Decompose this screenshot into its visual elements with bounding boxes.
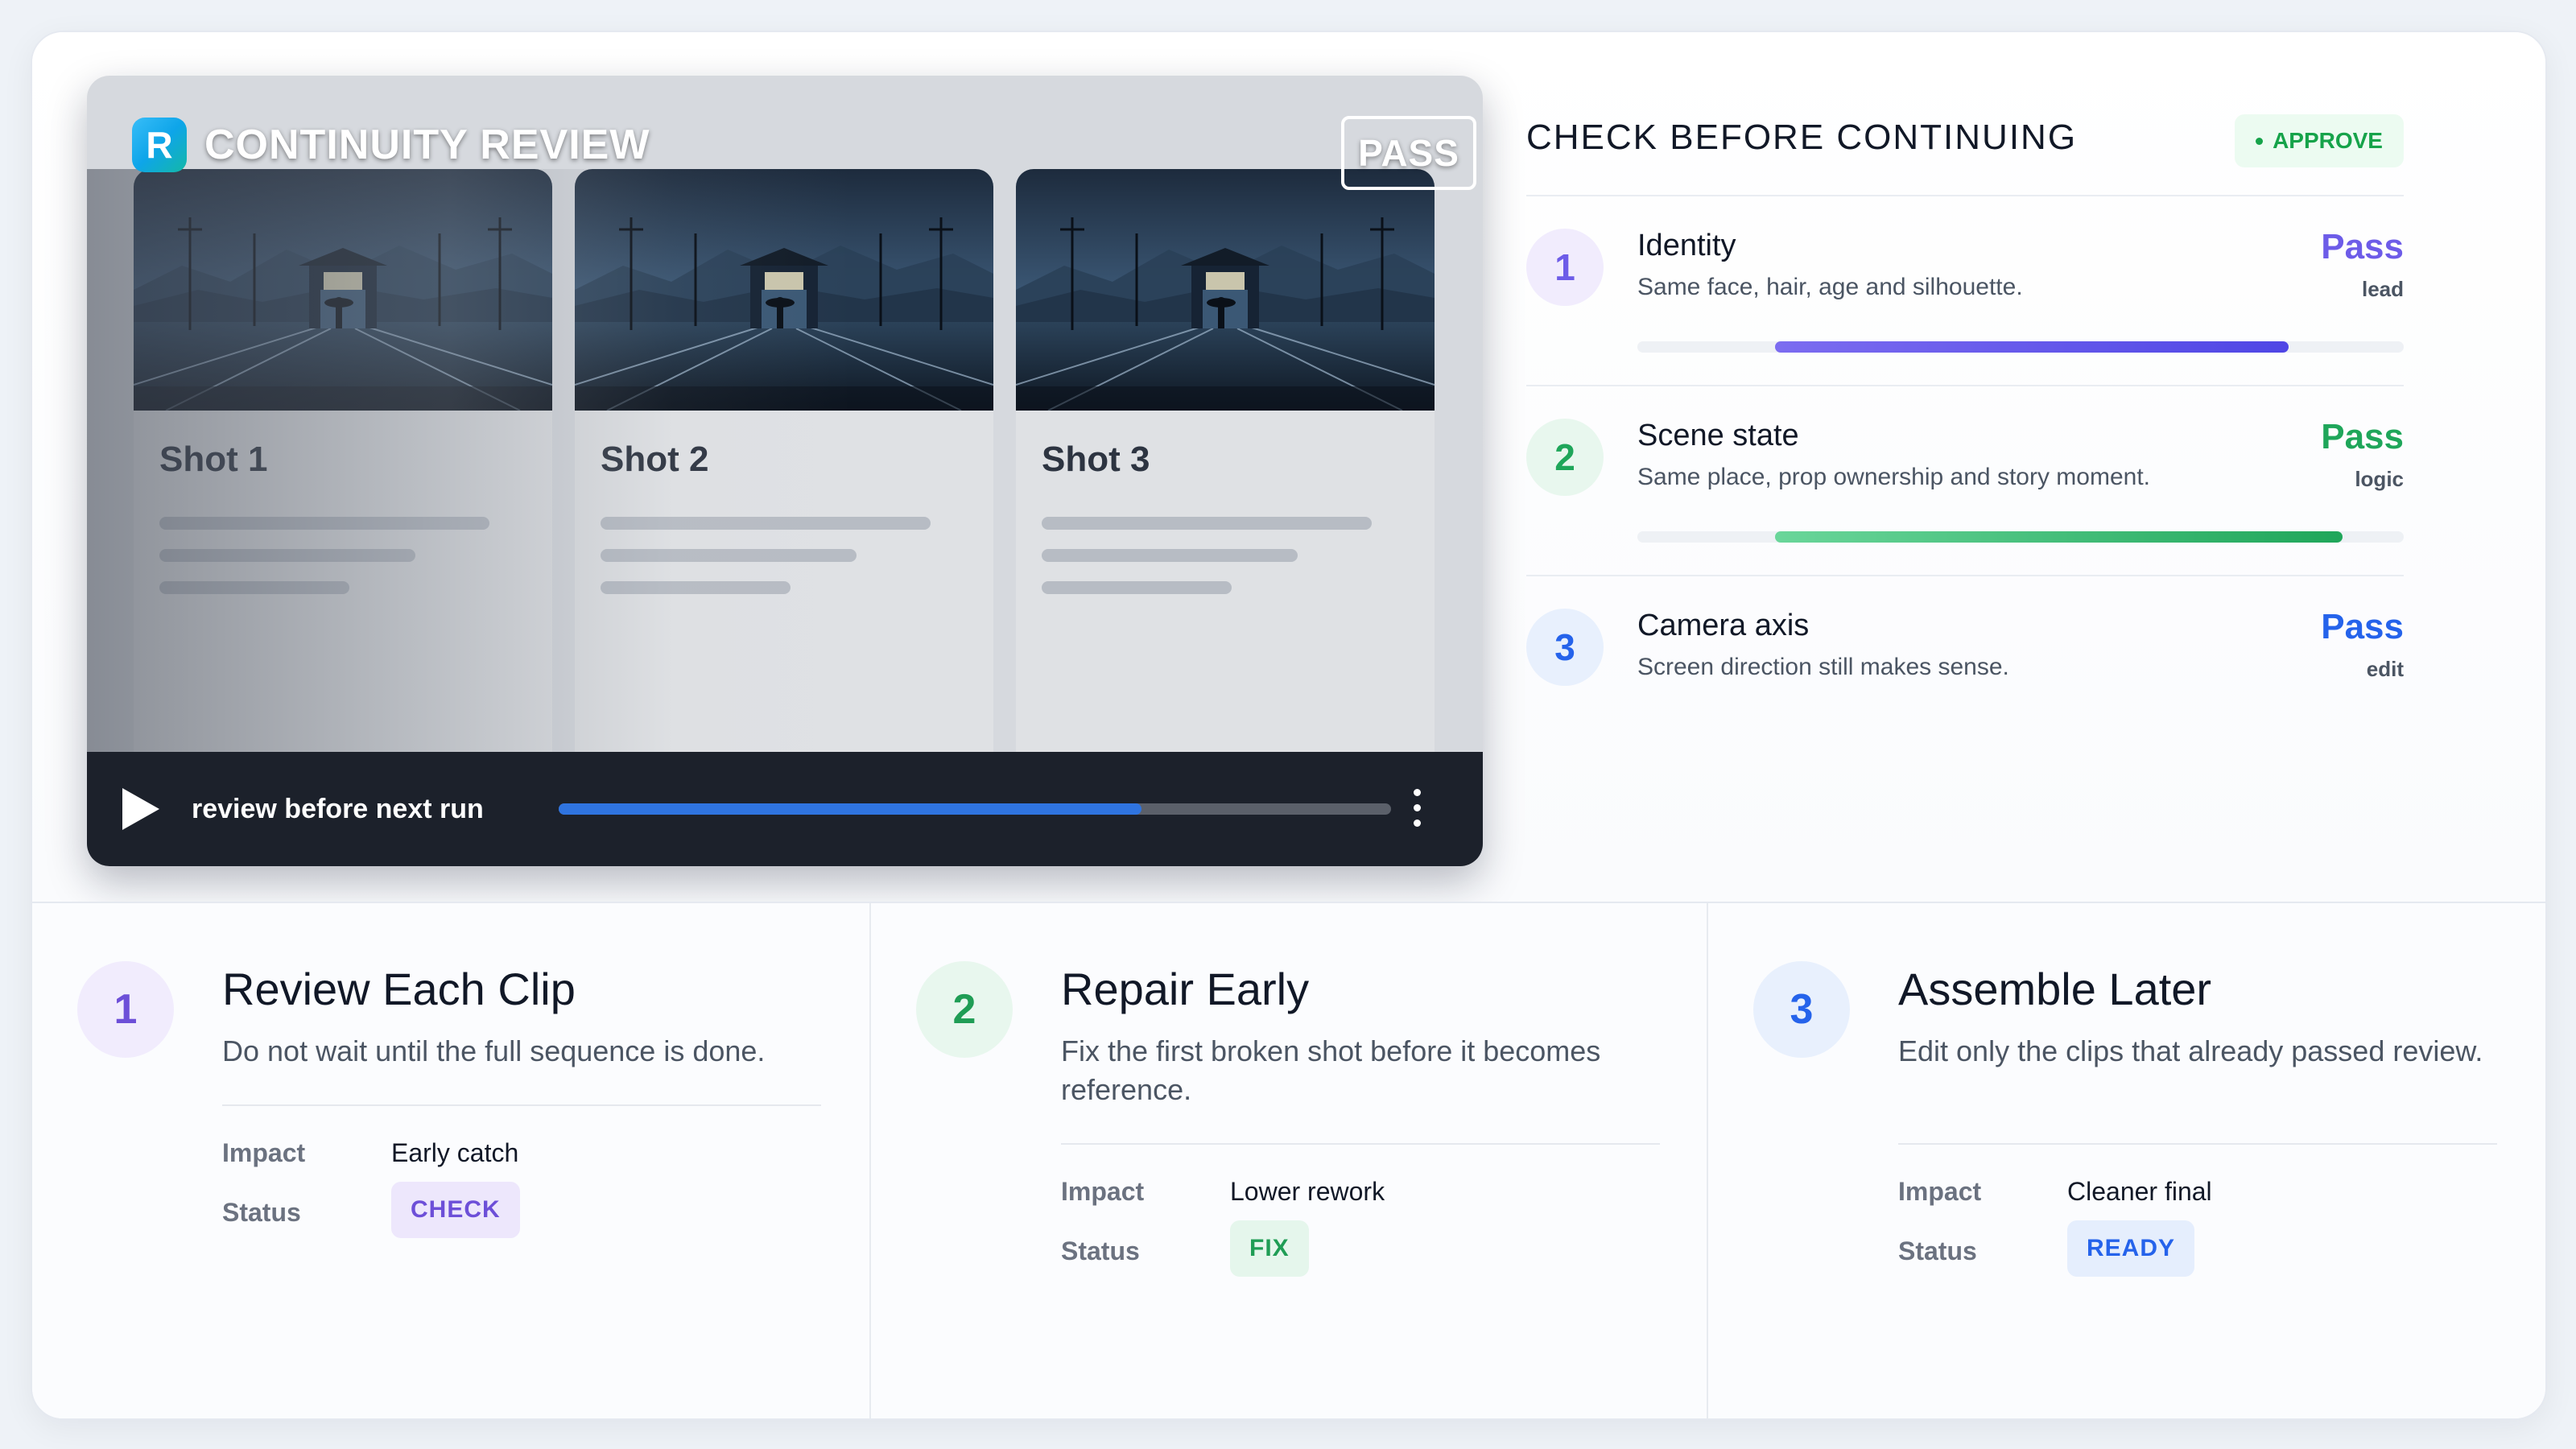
shot-label: Shot 2 — [601, 440, 709, 479]
check-item-meter-fill — [1775, 531, 2343, 543]
divider — [1898, 1143, 2497, 1145]
check-item-role: lead — [2361, 277, 2404, 301]
impact-key: Impact — [1061, 1177, 1145, 1206]
progress-fill — [559, 803, 1141, 815]
check-item-scene-state: 2 Scene state Same place, prop ownership… — [1526, 386, 2404, 576]
step-review-each-clip: 1 Review Each Clip Do not wait until the… — [32, 903, 869, 1418]
steps-section: 1 Review Each Clip Do not wait until the… — [32, 902, 2545, 1418]
impact-key: Impact — [1898, 1177, 1982, 1206]
status-key: Status — [1061, 1236, 1140, 1265]
check-item-title: Camera axis — [1637, 609, 1810, 642]
step-title: Assemble Later — [1898, 964, 2212, 1014]
step-number: 2 — [1526, 419, 1604, 496]
shot-card-2[interactable]: Shot 2 — [575, 169, 993, 765]
approve-label: APPROVE — [2273, 128, 2383, 153]
step-repair-early: 2 Repair Early Fix the first broken shot… — [869, 903, 1708, 1418]
player-brand: R CONTINUITY REVIEW — [132, 118, 650, 172]
step-number: 2 — [916, 961, 1013, 1058]
check-item-camera-axis: 3 Camera axis Screen direction still mak… — [1526, 576, 2404, 766]
check-item-meter — [1637, 531, 2404, 543]
impact-key: Impact — [222, 1138, 306, 1167]
status-badge: READY — [2067, 1220, 2195, 1277]
check-item-meter — [1637, 341, 2404, 353]
divider — [222, 1104, 821, 1106]
shot-thumbnail — [1016, 169, 1435, 411]
step-number: 1 — [1526, 229, 1604, 306]
check-item-result: Pass — [2321, 227, 2404, 266]
shot-label: Shot 1 — [159, 440, 268, 479]
checklist-title: CHECK BEFORE CONTINUING — [1526, 118, 2078, 157]
pass-stamp: PASS — [1341, 116, 1476, 190]
approve-button[interactable]: APPROVE — [2235, 114, 2404, 167]
placeholder-line — [159, 517, 489, 530]
check-item-title: Identity — [1637, 229, 1736, 262]
placeholder-line — [1042, 581, 1232, 594]
step-description: Do not wait until the full sequence is d… — [222, 1034, 766, 1067]
check-item-role: edit — [2366, 657, 2404, 681]
shot-card-3[interactable]: Shot 3 — [1016, 169, 1435, 765]
status-badge: CHECK — [391, 1182, 520, 1238]
placeholder-line — [601, 517, 931, 530]
check-item-description: Same face, hair, age and silhouette. — [1637, 274, 2023, 300]
step-number: 3 — [1526, 609, 1604, 686]
check-item-role: logic — [2355, 467, 2404, 491]
divider — [1061, 1143, 1660, 1145]
status-dot-icon — [2256, 137, 2264, 145]
player-controls: review before next run — [87, 752, 1483, 866]
status-badge: FIX — [1230, 1220, 1309, 1277]
placeholder-line — [601, 581, 791, 594]
placeholder-line — [1042, 517, 1372, 530]
check-item-meter-fill — [1775, 341, 2289, 353]
placeholder-line — [159, 549, 415, 562]
video-player[interactable]: Shot 1 Shot 2 Shot 3 R CONTINUITY REVIEW… — [87, 76, 1483, 866]
impact-value: Cleaner final — [2067, 1177, 2212, 1206]
main-card: Shot 1 Shot 2 Shot 3 R CONTINUITY REVIEW… — [31, 31, 2547, 1420]
check-item-identity: 1 Identity Same face, hair, age and silh… — [1526, 196, 2404, 386]
check-item-description: Same place, prop ownership and story mom… — [1637, 464, 2150, 490]
shot-card-1[interactable]: Shot 1 — [134, 169, 552, 765]
play-icon[interactable] — [122, 788, 159, 830]
impact-value: Lower rework — [1230, 1177, 1385, 1206]
impact-value: Early catch — [391, 1138, 519, 1167]
placeholder-line — [159, 581, 349, 594]
player-title: CONTINUITY REVIEW — [204, 122, 650, 168]
step-assemble-later: 3 Assemble Later Edit only the clips tha… — [1707, 903, 2545, 1418]
placeholder-line — [601, 549, 857, 562]
step-description: Fix the first broken shot before it beco… — [1061, 1034, 1601, 1106]
more-options-icon[interactable] — [1412, 789, 1422, 835]
step-description: Edit only the clips that already passed … — [1898, 1034, 2483, 1067]
check-item-result: Pass — [2321, 417, 2404, 456]
check-item-result: Pass — [2321, 607, 2404, 646]
shot-label: Shot 3 — [1042, 440, 1150, 479]
shot-thumbnail — [575, 169, 993, 411]
top-section: Shot 1 Shot 2 Shot 3 R CONTINUITY REVIEW… — [32, 32, 2545, 902]
controls-label: review before next run — [192, 793, 484, 824]
check-item-title: Scene state — [1637, 419, 1799, 452]
step-number: 1 — [77, 961, 174, 1058]
check-item-description: Screen direction still makes sense. — [1637, 654, 2009, 680]
placeholder-line — [1042, 549, 1298, 562]
step-title: Repair Early — [1061, 964, 1310, 1014]
shot-thumbnail — [134, 169, 552, 411]
status-key: Status — [222, 1198, 301, 1227]
progress-bar[interactable] — [559, 803, 1391, 815]
step-title: Review Each Clip — [222, 964, 576, 1014]
step-number: 3 — [1753, 961, 1850, 1058]
status-key: Status — [1898, 1236, 1977, 1265]
brand-logo: R — [132, 118, 187, 172]
